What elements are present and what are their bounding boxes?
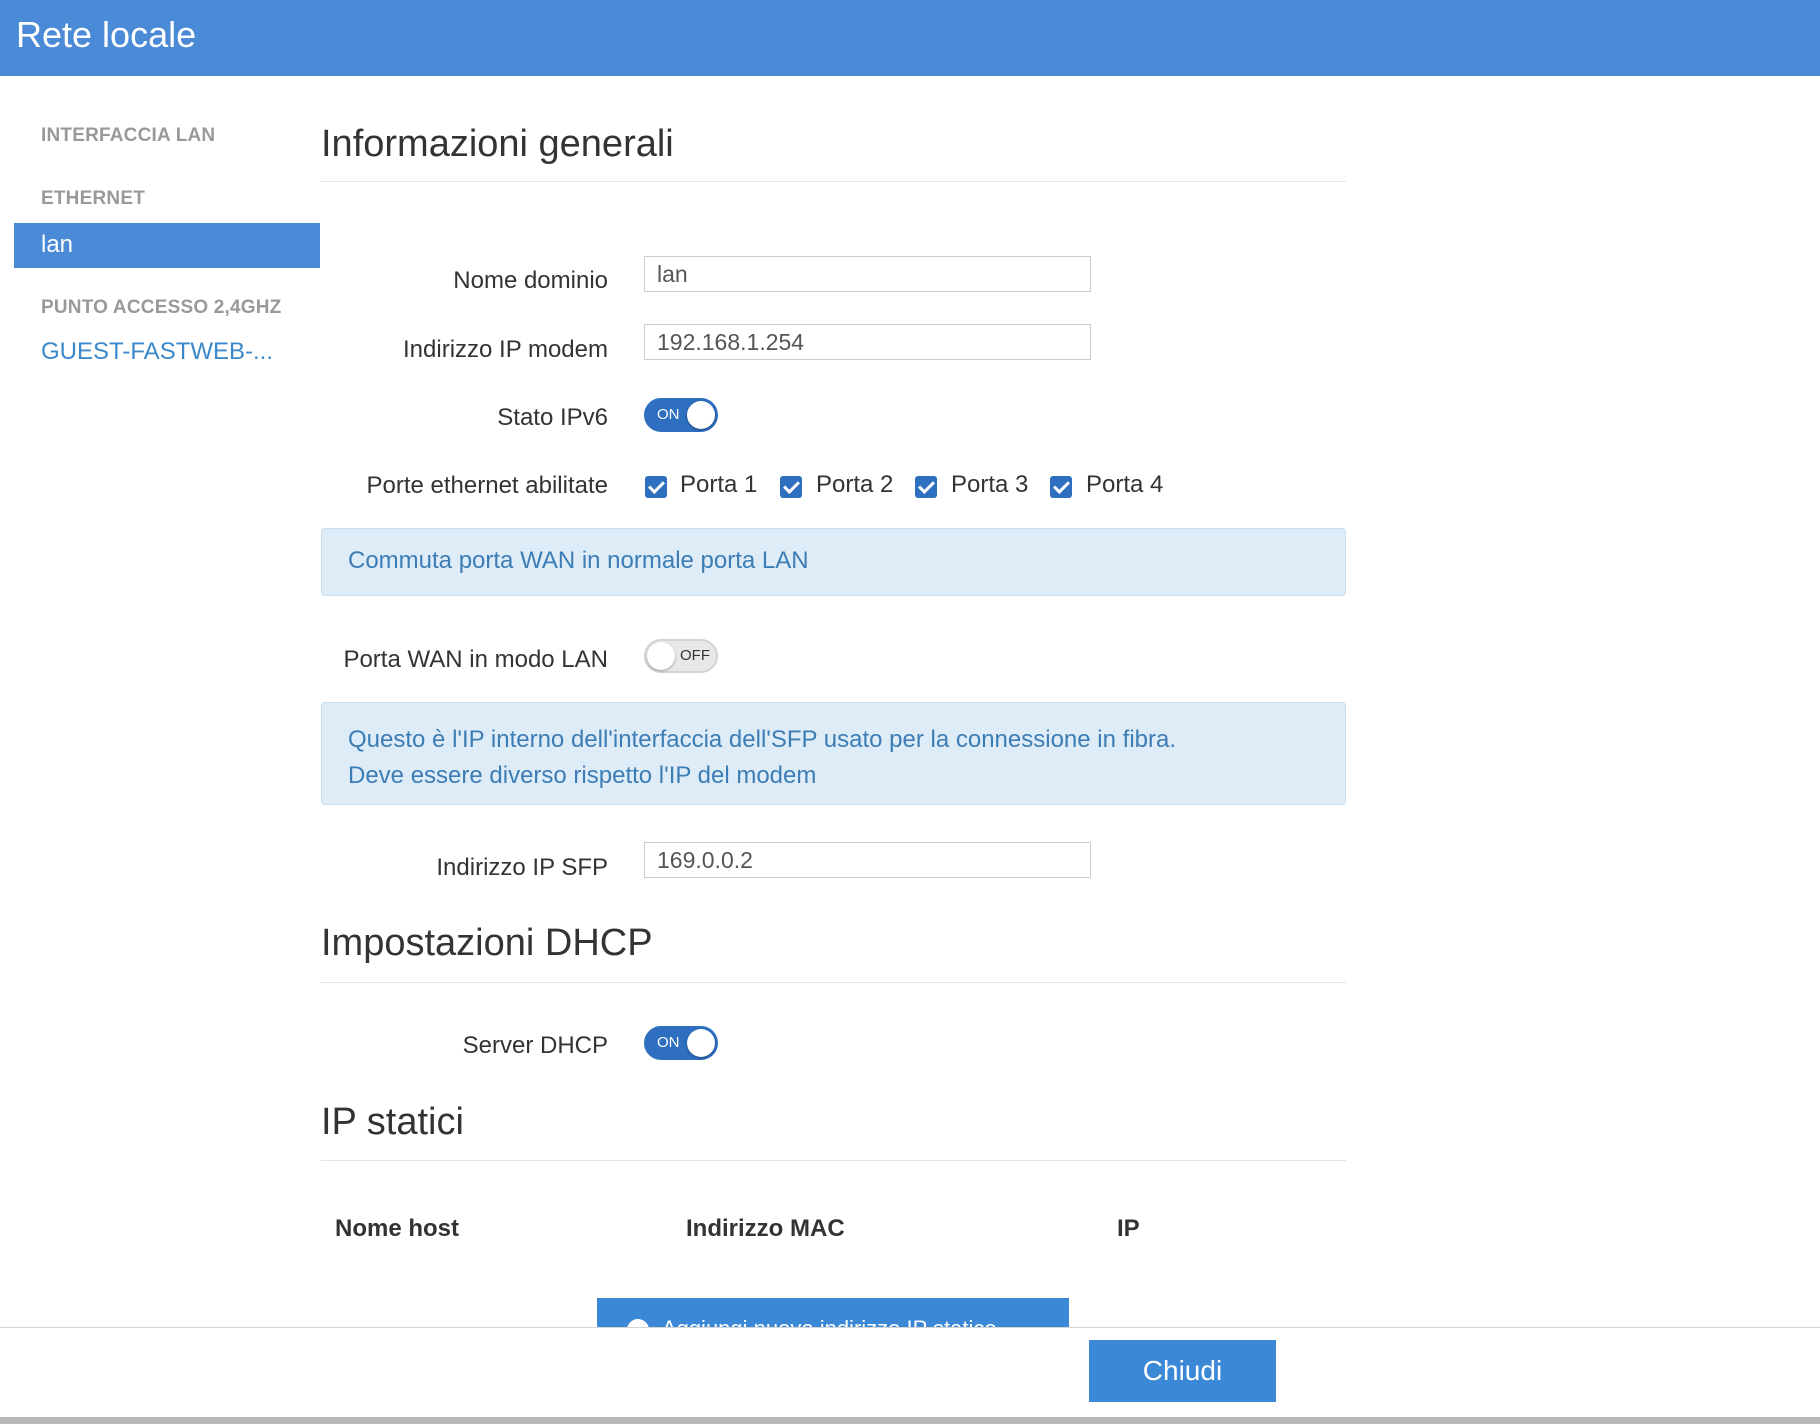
sfp-info-line-1: Questo è l'IP interno dell'interfaccia d… bbox=[348, 726, 1176, 753]
dialog-footer: Chiudi bbox=[0, 1327, 1820, 1417]
dhcp-toggle-state: ON bbox=[657, 1034, 680, 1051]
port-1-checkbox[interactable] bbox=[645, 476, 667, 498]
port-3-checkbox[interactable] bbox=[915, 476, 937, 498]
dhcp-server-label: Server DHCP bbox=[462, 1032, 608, 1059]
dhcp-title: Impostazioni DHCP bbox=[321, 922, 653, 964]
port-1-label: Porta 1 bbox=[680, 471, 758, 498]
dhcp-server-toggle[interactable]: ON bbox=[644, 1026, 718, 1060]
column-header-mac: Indirizzo MAC bbox=[686, 1215, 845, 1242]
background-page-strip bbox=[0, 1417, 1820, 1424]
dialog-title: Rete locale bbox=[16, 14, 197, 55]
sfp-ip-input[interactable] bbox=[644, 842, 1091, 878]
domain-input[interactable] bbox=[644, 256, 1091, 292]
modem-ip-input[interactable] bbox=[644, 324, 1091, 360]
wan-info-text: Commuta porta WAN in normale porta LAN bbox=[348, 547, 809, 574]
divider bbox=[321, 982, 1346, 983]
ipv6-label: Stato IPv6 bbox=[497, 404, 608, 431]
sidebar-section-ethernet: ETHERNET bbox=[41, 188, 145, 209]
wan-info-box: Commuta porta WAN in normale porta LAN bbox=[321, 528, 1346, 596]
wan-lan-toggle[interactable]: OFF bbox=[644, 639, 718, 673]
column-header-hostname: Nome host bbox=[335, 1215, 460, 1242]
wan-lan-label: Porta WAN in modo LAN bbox=[343, 646, 608, 673]
dialog-header: Rete locale bbox=[0, 0, 1820, 76]
sfp-info-box: Questo è l'IP interno dell'interfaccia d… bbox=[321, 702, 1346, 805]
ipv6-toggle[interactable]: ON bbox=[644, 398, 718, 432]
ports-label: Porte ethernet abilitate bbox=[366, 472, 609, 499]
static-ip-title: IP statici bbox=[321, 1101, 464, 1143]
port-4-checkbox[interactable] bbox=[1050, 476, 1072, 498]
divider bbox=[321, 181, 1346, 182]
sidebar-item-lan[interactable]: lan bbox=[14, 223, 320, 268]
sidebar-section-lan: INTERFACCIA LAN bbox=[41, 125, 216, 146]
sfp-ip-label: Indirizzo IP SFP bbox=[436, 854, 608, 881]
ipv6-toggle-state: ON bbox=[657, 406, 680, 423]
domain-label: Nome dominio bbox=[453, 267, 608, 294]
sidebar-section-ap: PUNTO ACCESSO 2,4GHZ bbox=[41, 297, 282, 318]
wan-lan-toggle-state: OFF bbox=[680, 647, 710, 664]
port-2-checkbox[interactable] bbox=[780, 476, 802, 498]
port-2-label: Porta 2 bbox=[816, 471, 894, 498]
modem-ip-label: Indirizzo IP modem bbox=[403, 336, 608, 363]
port-4-label: Porta 4 bbox=[1086, 471, 1164, 498]
general-info-title: Informazioni generali bbox=[321, 123, 674, 165]
port-3-label: Porta 3 bbox=[951, 471, 1029, 498]
sfp-info-line-2: Deve essere diverso rispetto l'IP del mo… bbox=[348, 762, 817, 789]
divider bbox=[321, 1160, 1346, 1161]
close-button[interactable]: Chiudi bbox=[1089, 1340, 1276, 1402]
toggle-knob bbox=[687, 401, 715, 429]
toggle-knob bbox=[647, 642, 675, 670]
sidebar-item-guest-ap[interactable]: GUEST-FASTWEB-... bbox=[41, 338, 273, 366]
add-static-ip-button[interactable]: Aggiungi nuovo indirizzo IP statico bbox=[597, 1298, 1069, 1328]
toggle-knob bbox=[687, 1029, 715, 1057]
column-header-ip: IP bbox=[1117, 1215, 1140, 1242]
